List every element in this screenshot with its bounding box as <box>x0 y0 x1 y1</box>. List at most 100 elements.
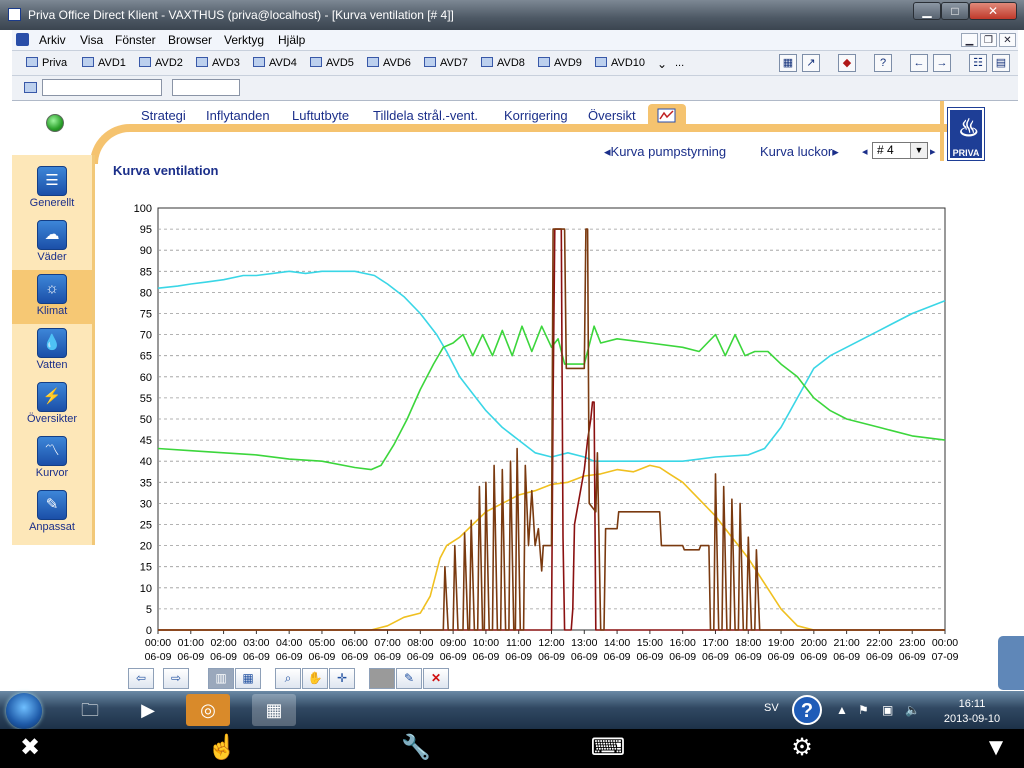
list-icon[interactable]: ☷ <box>969 54 987 72</box>
toolbar-item-avd1[interactable]: AVD1 <box>82 57 126 69</box>
folder-icon[interactable]: 🗀 <box>68 694 112 726</box>
chart-tab-icon <box>657 108 676 123</box>
selector-next-arrow[interactable]: ▸ <box>930 145 936 158</box>
prev-curve-link[interactable]: ◂Kurva pumpstyrning <box>604 144 726 160</box>
side-panel-tab[interactable] <box>998 636 1024 690</box>
language-indicator[interactable]: SV <box>764 702 779 714</box>
tab-korrigering[interactable]: Korrigering <box>504 108 568 123</box>
arrow-left-icon[interactable]: ⇦ <box>128 668 154 689</box>
x-tick-date-label: 06-09 <box>309 651 336 663</box>
grid-icon[interactable]: ▤ <box>992 54 1010 72</box>
x-tick-date-label: 06-09 <box>243 651 270 663</box>
tab-tilldela[interactable]: Tilldela strål.-vent. <box>373 108 478 123</box>
address-input[interactable] <box>42 79 162 96</box>
x-tick-date-label: 06-09 <box>341 651 368 663</box>
export-icon[interactable]: ↗ <box>802 54 820 72</box>
maximize-button[interactable]: □ <box>941 2 969 20</box>
blank-icon[interactable] <box>369 668 395 689</box>
x-tick-label: 01:00 <box>178 637 204 649</box>
wrench-icon[interactable]: 🔧 <box>398 732 434 764</box>
mdi-close-button[interactable]: ✕ <box>999 33 1016 47</box>
toolbar-item-avd10[interactable]: AVD10 <box>595 57 645 69</box>
menu-fonster[interactable]: Fönster <box>115 33 156 47</box>
minimize-button[interactable]: ▁ <box>913 2 941 20</box>
chart-type-icon[interactable]: ▦ <box>235 668 261 689</box>
menu-arkiv[interactable]: Arkiv <box>39 33 66 47</box>
priva-app-icon[interactable]: ◎ <box>186 694 230 726</box>
secondary-input[interactable] <box>172 79 240 96</box>
close-button[interactable]: ✕ <box>969 2 1017 20</box>
sidebar-item-vader[interactable]: ☁ Väder <box>12 216 92 270</box>
chevron-down-icon[interactable]: ▼ <box>910 143 927 158</box>
sidebar-item-kurvor[interactable]: 〽 Kurvor <box>12 432 92 486</box>
toolbar-item-avd6[interactable]: AVD6 <box>367 57 411 69</box>
grid-app-icon[interactable]: ▦ <box>252 694 296 726</box>
flag-icon[interactable]: ⚑ <box>858 703 869 717</box>
toolbar-item-avd3[interactable]: AVD3 <box>196 57 240 69</box>
crosshair-icon[interactable]: ✛ <box>329 668 355 689</box>
help-icon[interactable]: ? <box>874 54 892 72</box>
network-icon[interactable]: ▣ <box>882 703 893 717</box>
section-selector[interactable]: # 4 ▼ <box>872 142 928 159</box>
y-tick-label: 35 <box>140 477 152 489</box>
settings-gear-icon[interactable]: ⚙ <box>784 732 820 764</box>
media-player-icon[interactable]: ▶ <box>126 694 170 726</box>
tab-luftutbyte[interactable]: Luftutbyte <box>292 108 349 123</box>
menu-hjalp[interactable]: Hjälp <box>278 33 305 47</box>
tray-expand-icon[interactable]: ▲ <box>836 703 848 717</box>
mdi-minimize-button[interactable]: ▁ <box>961 33 978 47</box>
sidebar-item-klimat[interactable]: ☼ Klimat <box>12 270 92 324</box>
volume-icon[interactable]: 🔈 <box>905 703 920 717</box>
tab-inflytanden[interactable]: Inflytanden <box>206 108 270 123</box>
delete-icon[interactable]: ✕ <box>423 668 449 689</box>
next-curve-link[interactable]: Kurva luckor▸ <box>760 144 839 160</box>
selector-prev-arrow[interactable]: ◂ <box>862 145 868 158</box>
close-lock-icon[interactable]: ✖ <box>12 732 48 764</box>
forward-icon[interactable]: → <box>933 54 951 72</box>
help-icon[interactable]: ? <box>792 695 822 725</box>
sidebar-item-anpassat[interactable]: ✎ Anpassat <box>12 486 92 540</box>
start-button[interactable] <box>6 693 42 729</box>
clock[interactable]: 16:11 2013-09-10 <box>928 697 1016 727</box>
next-curve-label: Kurva luckor <box>760 144 833 159</box>
sidebar-item-generellt[interactable]: ☰ Generellt <box>12 162 92 216</box>
tab-oversikt[interactable]: Översikt <box>588 108 636 123</box>
menu-verktyg[interactable]: Verktyg <box>224 33 264 47</box>
toolbar-item-avd7[interactable]: AVD7 <box>424 57 468 69</box>
tab-strategi[interactable]: Strategi <box>141 108 186 123</box>
zoom-icon[interactable]: ⌕ <box>275 668 301 689</box>
ventilation-chart[interactable]: 0 5 10 15 20 25 30 35 40 45 50 55 60 65 70 75 80 85 90 95 10… <box>110 196 970 666</box>
toolbar-more[interactable]: ... <box>675 57 684 69</box>
chart-mode-icon[interactable]: ▥ <box>208 668 234 689</box>
chevron-down-icon[interactable]: ⌄ <box>657 57 667 71</box>
prev-curve-label: Kurva pumpstyrning <box>610 144 727 159</box>
menu-browser[interactable]: Browser <box>168 33 212 47</box>
x-tick-label: 00:00 <box>932 637 958 649</box>
sidebar-item-vatten[interactable]: 💧 Vatten <box>12 324 92 378</box>
address-bar <box>12 76 1018 101</box>
toolbar-item-priva[interactable]: Priva <box>26 57 67 69</box>
calculator-icon[interactable]: ▦ <box>779 54 797 72</box>
arrow-right-icon[interactable]: ⇨ <box>163 668 189 689</box>
pan-hand-icon[interactable]: ✋ <box>302 668 328 689</box>
keyboard-icon[interactable]: ⌨ <box>590 732 626 764</box>
toolbar-item-avd5[interactable]: AVD5 <box>310 57 354 69</box>
alarm-icon[interactable]: ◆ <box>838 54 856 72</box>
avd-icon <box>310 57 322 67</box>
toolbar-item-avd9[interactable]: AVD9 <box>538 57 582 69</box>
mdi-restore-button[interactable]: ❐ <box>980 33 997 47</box>
toolbar-item-avd2[interactable]: AVD2 <box>139 57 183 69</box>
tab-chart[interactable] <box>648 104 686 128</box>
toolbar-item-avd8[interactable]: AVD8 <box>481 57 525 69</box>
dropdown-icon[interactable]: ▼ <box>978 732 1014 764</box>
x-tick-date-label: 06-09 <box>669 651 696 663</box>
y-tick-label: 20 <box>140 541 152 553</box>
document-icon: ☰ <box>37 166 67 196</box>
clock-date: 2013-09-10 <box>943 713 1001 725</box>
sidebar-item-oversikter[interactable]: ⚡ Översikter <box>12 378 92 432</box>
edit-icon[interactable]: ✎ <box>396 668 422 689</box>
touch-icon[interactable]: ☝ <box>204 732 240 764</box>
menu-visa[interactable]: Visa <box>80 33 103 47</box>
back-icon[interactable]: ← <box>910 54 928 72</box>
toolbar-item-avd4[interactable]: AVD4 <box>253 57 297 69</box>
